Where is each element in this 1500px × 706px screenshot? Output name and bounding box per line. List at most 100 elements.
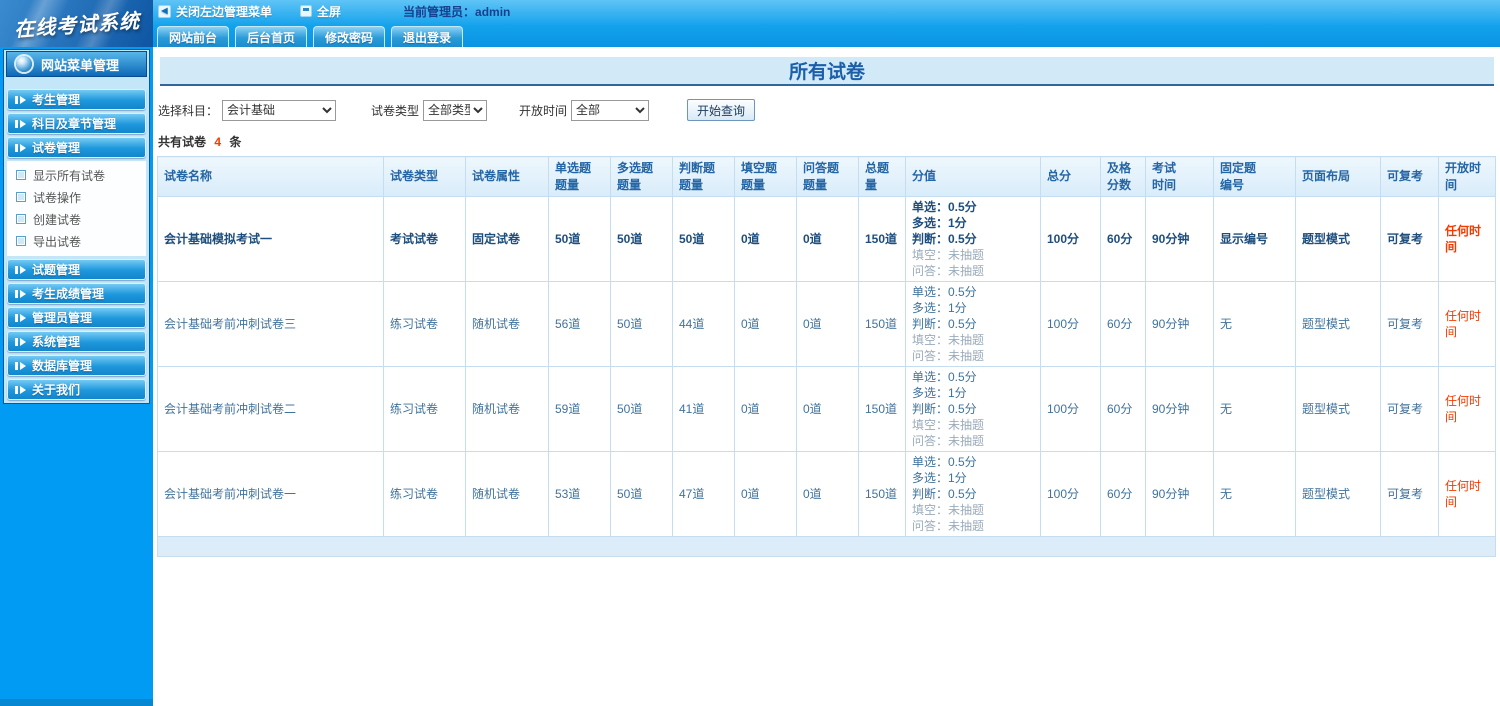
sidebar-item-about-us[interactable]: 关于我们 <box>7 379 146 400</box>
sidebar-menu-box: 网站菜单管理 考生管理 科目及章节管理 试卷管理 显示所有试卷 试卷操作 创建试… <box>3 49 150 404</box>
cell-paper-attr: 随机试卷 <box>465 281 549 367</box>
table-row: 会计基础考前冲刺试卷二 练习试卷 随机试卷 59道 50道 41道 0道 0道 … <box>157 366 1496 452</box>
cell-judge-count: 47道 <box>672 451 735 537</box>
topbar-row-actions: ◀ 关闭左边管理菜单 全屏 当前管理员：admin <box>153 0 1500 22</box>
tab-logout[interactable]: 退出登录 <box>391 26 464 47</box>
tab-site-front[interactable]: 网站前台 <box>157 26 230 47</box>
tab-change-password[interactable]: 修改密码 <box>313 26 386 47</box>
cell-retake: 可复考 <box>1380 451 1439 537</box>
col-fixed-number: 固定题 编号 <box>1213 156 1296 197</box>
sidebar-sub-item-show-all-papers[interactable]: 显示所有试卷 <box>7 164 146 186</box>
cell-total-score: 100分 <box>1040 196 1101 282</box>
cell-pass-score: 60分 <box>1100 281 1146 367</box>
start-query-button[interactable]: 开始查询 <box>687 99 756 121</box>
cell-multi-count: 50道 <box>610 196 673 282</box>
sidebar-item-label: 科目及章节管理 <box>32 117 117 131</box>
count-value: 4 <box>214 135 222 149</box>
expand-icon <box>15 119 26 128</box>
cell-page-layout: 题型模式 <box>1295 281 1381 367</box>
score-sub-lines: 填空：未抽题 问答：未抽题 <box>912 418 985 448</box>
papers-table: 试卷名称 试卷类型 试卷属性 单选题 题量 多选题 题量 判断题 题量 填空题 … <box>157 156 1496 557</box>
score-sub-lines: 填空：未抽题 问答：未抽题 <box>912 503 985 533</box>
score-main-lines: 单选：0.5分 多选：1分 判断：0.5分 <box>912 285 977 331</box>
cell-judge-count: 44道 <box>672 281 735 367</box>
col-page-layout: 页面布局 <box>1295 156 1381 197</box>
expand-icon <box>15 95 26 104</box>
cell-paper-name: 会计基础考前冲刺试卷一 <box>157 451 384 537</box>
col-total-score: 总分 <box>1040 156 1101 197</box>
sidebar-sub-item-export-paper[interactable]: 导出试卷 <box>7 230 146 252</box>
cell-total-count: 150道 <box>858 451 906 537</box>
sidebar-sub-item-paper-operation[interactable]: 试卷操作 <box>7 186 146 208</box>
cell-pass-score: 60分 <box>1100 196 1146 282</box>
sidebar-item-question-management[interactable]: 试题管理 <box>7 259 146 280</box>
sidebar-item-system-management[interactable]: 系统管理 <box>7 331 146 352</box>
cell-multi-count: 50道 <box>610 451 673 537</box>
col-paper-attr: 试卷属性 <box>465 156 549 197</box>
table-header-row: 试卷名称 试卷类型 试卷属性 单选题 题量 多选题 题量 判断题 题量 填空题 … <box>157 156 1496 197</box>
cell-pass-score: 60分 <box>1100 451 1146 537</box>
score-sub-lines: 填空：未抽题 问答：未抽题 <box>912 248 985 278</box>
cell-total-score: 100分 <box>1040 451 1101 537</box>
sidebar-item-paper-management[interactable]: 试卷管理 <box>7 137 146 158</box>
cell-open-time: 任何时间 <box>1438 366 1496 452</box>
current-admin-label: 当前管理员：admin <box>403 4 511 19</box>
square-bullet-icon <box>16 236 26 246</box>
expand-icon <box>15 143 26 152</box>
close-left-menu-button[interactable]: ◀ 关闭左边管理菜单 <box>158 3 272 20</box>
cell-single-count: 59道 <box>548 366 611 452</box>
cell-page-layout: 题型模式 <box>1295 196 1381 282</box>
sidebar-item-admin-management[interactable]: 管理员管理 <box>7 307 146 328</box>
subject-select[interactable]: 会计基础 <box>222 99 337 121</box>
cell-fixed-number: 显示编号 <box>1213 196 1296 282</box>
cell-paper-name: 会计基础考前冲刺试卷二 <box>157 366 384 452</box>
cell-qa-count: 0道 <box>796 366 859 452</box>
cell-single-count: 56道 <box>548 281 611 367</box>
col-paper-name: 试卷名称 <box>157 156 384 197</box>
sidebar-item-subject-chapter-management[interactable]: 科目及章节管理 <box>7 113 146 134</box>
cell-pass-score: 60分 <box>1100 366 1146 452</box>
close-left-menu-label: 关闭左边管理菜单 <box>176 4 273 19</box>
sidebar-item-label: 数据库管理 <box>32 359 93 373</box>
sidebar-item-examinee-management[interactable]: 考生管理 <box>7 89 146 110</box>
topbar-row-tabs: 网站前台 后台首页 修改密码 退出登录 <box>153 22 1500 47</box>
count-prefix: 共有试卷 <box>158 135 207 149</box>
score-main-lines: 单选：0.5分 多选：1分 判断：0.5分 <box>912 455 977 501</box>
app-logo-text: 在线考试系统 <box>12 8 141 42</box>
score-main-lines: 单选：0.5分 多选：1分 判断：0.5分 <box>912 370 977 416</box>
cell-qa-count: 0道 <box>796 451 859 537</box>
fullscreen-button[interactable]: 全屏 <box>300 3 341 20</box>
cell-judge-count: 50道 <box>672 196 735 282</box>
cell-exam-time: 90分钟 <box>1145 451 1214 537</box>
paper-type-select[interactable]: 全部类型 <box>423 99 488 121</box>
cell-page-layout: 题型模式 <box>1295 451 1381 537</box>
col-judge-count: 判断题 题量 <box>672 156 735 197</box>
cell-blank-count: 0道 <box>734 451 797 537</box>
cell-paper-type: 练习试卷 <box>383 451 466 537</box>
cell-retake: 可复考 <box>1380 196 1439 282</box>
sidebar-item-score-management[interactable]: 考生成绩管理 <box>7 283 146 304</box>
col-total-count: 总题量 <box>858 156 906 197</box>
open-time-select[interactable]: 全部 <box>571 99 650 121</box>
cell-paper-attr: 固定试卷 <box>465 196 549 282</box>
col-exam-time: 考试 时间 <box>1145 156 1214 197</box>
sidebar-item-database-management[interactable]: 数据库管理 <box>7 355 146 376</box>
col-blank-count: 填空题 题量 <box>734 156 797 197</box>
col-pass-score: 及格 分数 <box>1100 156 1146 197</box>
cell-total-score: 100分 <box>1040 366 1101 452</box>
sidebar-item-label: 系统管理 <box>32 335 81 349</box>
square-bullet-icon <box>16 170 26 180</box>
sidebar-sub-item-create-paper[interactable]: 创建试卷 <box>7 208 146 230</box>
col-open-time: 开放时间 <box>1438 156 1496 197</box>
cell-open-time: 任何时间 <box>1438 451 1496 537</box>
sidebar-item-label: 关于我们 <box>32 383 81 397</box>
tab-admin-home[interactable]: 后台首页 <box>235 26 308 47</box>
sidebar-submenu-paper: 显示所有试卷 试卷操作 创建试卷 导出试卷 <box>7 161 146 256</box>
cell-paper-type: 考试试卷 <box>383 196 466 282</box>
cell-blank-count: 0道 <box>734 281 797 367</box>
expand-icon <box>15 289 26 298</box>
cell-qa-count: 0道 <box>796 196 859 282</box>
cell-score-values: 单选：0.5分 多选：1分 判断：0.5分 填空：未抽题 问答：未抽题 <box>905 366 1041 452</box>
expand-icon <box>15 313 26 322</box>
